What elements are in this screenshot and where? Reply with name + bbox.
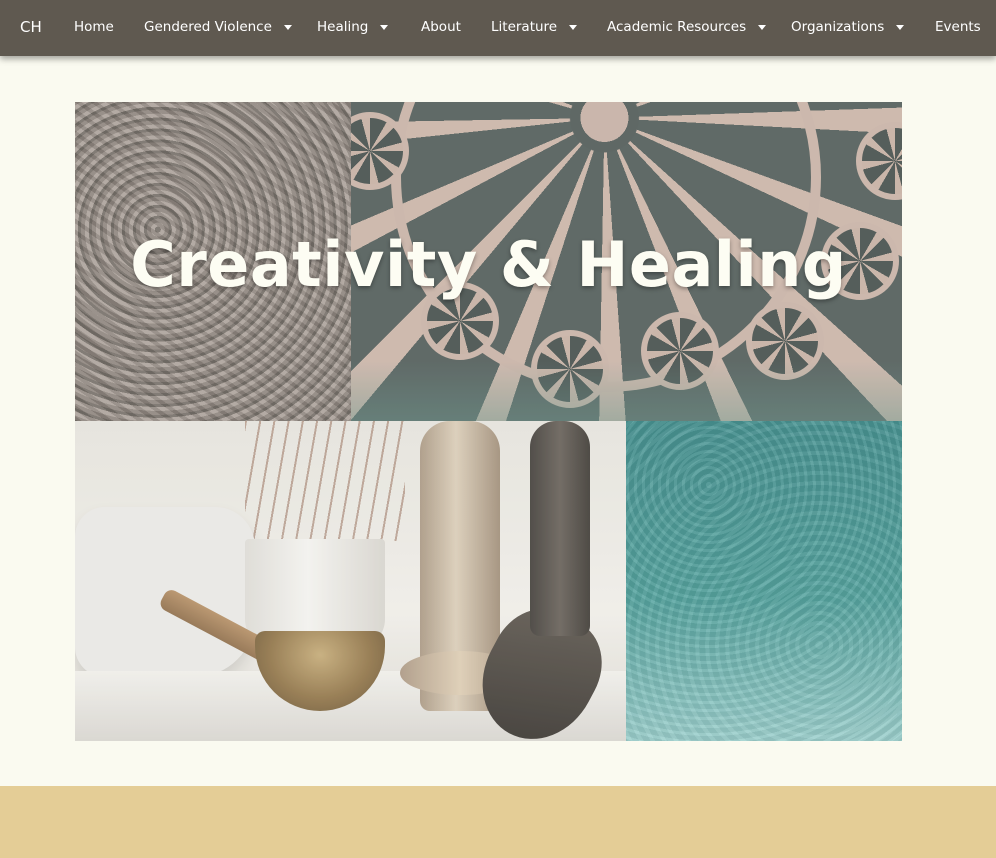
nav-home-label: Home <box>74 19 114 35</box>
chevron-down-icon <box>283 24 292 30</box>
nav-home[interactable]: Home <box>74 19 114 35</box>
teal-water-image <box>626 421 902 741</box>
nav-about[interactable]: About <box>421 19 461 35</box>
hero-title: Creativity & Healing <box>130 228 847 301</box>
nav-literature-label: Literature <box>491 19 558 35</box>
nav-organizations-label: Organizations <box>791 19 885 35</box>
chevron-down-icon <box>896 24 905 30</box>
nav-academic-resources-label: Academic Resources <box>607 19 747 35</box>
nav-events[interactable]: Events <box>935 19 981 35</box>
nav-healing[interactable]: Healing <box>317 19 389 35</box>
chevron-down-icon <box>758 24 767 30</box>
nav-literature[interactable]: Literature <box>491 19 578 35</box>
nav-gendered-violence-label: Gendered Violence <box>144 19 272 35</box>
hero-collage: Creativity & Healing <box>75 102 902 741</box>
nav-events-label: Events <box>935 19 981 35</box>
metal-teal-shade <box>351 361 902 421</box>
plant-stems <box>245 421 405 541</box>
top-navbar: CH Home Gendered Violence Healing About … <box>0 0 996 56</box>
nav-gendered-violence[interactable]: Gendered Violence <box>144 19 292 35</box>
nav-healing-label: Healing <box>317 19 369 35</box>
nav-organizations[interactable]: Organizations <box>791 19 905 35</box>
nav-about-label: About <box>421 19 461 35</box>
singing-bowl-image <box>75 421 626 741</box>
chevron-down-icon <box>380 24 389 30</box>
carved-figure <box>530 421 590 636</box>
chevron-down-icon <box>569 24 578 30</box>
brand-logo[interactable]: CH <box>20 18 42 36</box>
footer-band <box>0 786 996 858</box>
nav-academic-resources[interactable]: Academic Resources <box>607 19 767 35</box>
metal-rosette <box>856 122 902 200</box>
